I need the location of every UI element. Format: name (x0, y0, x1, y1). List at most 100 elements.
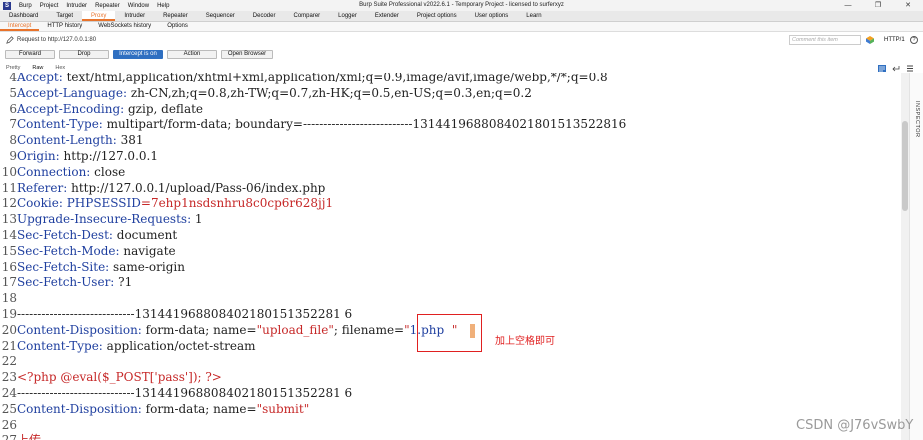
line-text: http://127.0.0.1/upload/Pass-06/index.ph… (71, 180, 326, 195)
request-editor[interactable]: 4Accept: text/html,application/xhtml+xml… (0, 73, 900, 440)
editor-line: 18 (0, 290, 17, 306)
subtab-intercept[interactable]: Intercept (0, 22, 40, 31)
window-controls: — ❐ ✕ (833, 0, 923, 11)
line-number: 24 (1, 386, 17, 400)
line-text: multipart/form-data; boundary=----------… (106, 117, 627, 132)
newline-icon[interactable] (892, 65, 900, 72)
menu-item-repeater[interactable]: Repeater (91, 3, 124, 9)
tab-project-options[interactable]: Project options (408, 11, 466, 21)
inspector-label: INSPECTOR (914, 101, 920, 138)
annotation-text: 加上空格即可 (495, 336, 555, 347)
line-number: 9 (9, 149, 17, 163)
editor-line: 22 (0, 353, 17, 369)
menu-icon[interactable] (906, 65, 914, 72)
editor-scrollbar[interactable] (901, 73, 909, 440)
line-text: Sec-Fetch-Site: (17, 259, 114, 274)
line-text: http://127.0.0.1 (63, 149, 158, 163)
view-tab-hex[interactable]: Hex (49, 64, 71, 73)
editor-line: 26 (0, 417, 17, 433)
view-tab-raw[interactable]: Raw (26, 64, 49, 73)
line-text: form-data; name= (145, 322, 257, 337)
view-tab-pretty[interactable]: Pretty (0, 64, 26, 73)
line-text: navigate (123, 243, 176, 258)
editor-line: 6Accept-Encoding: gzip, deflate (0, 101, 203, 117)
editor-line: 9Origin: http://127.0.0.1 (0, 148, 158, 164)
tab-repeater[interactable]: Repeater (154, 11, 197, 21)
tab-intruder[interactable]: Intruder (115, 11, 154, 21)
subtab-websockets-history[interactable]: WebSockets history (90, 22, 159, 31)
tab-dashboard[interactable]: Dashboard (0, 11, 47, 21)
drop-button[interactable]: Drop (59, 49, 109, 59)
close-icon[interactable]: ✕ (893, 0, 923, 11)
line-text: 1 (194, 212, 203, 227)
line-number: 6 (9, 101, 17, 116)
wrap-lines-icon[interactable] (878, 65, 886, 72)
subtab-http-history[interactable]: HTTP history (39, 22, 90, 31)
line-number: 11 (1, 180, 17, 195)
comment-field[interactable]: Comment this item (789, 35, 861, 45)
tab-extender[interactable]: Extender (366, 11, 408, 21)
line-text: document (116, 228, 178, 242)
tab-learn[interactable]: Learn (517, 11, 550, 21)
forward-button[interactable]: Forward (5, 49, 55, 59)
line-number: 5 (9, 85, 17, 100)
line-text: form-data; name= (145, 401, 257, 416)
open-browser-button[interactable]: Open Browser (221, 49, 273, 59)
tab-proxy[interactable]: Proxy (82, 11, 116, 21)
proxy-sub-tabs: Intercept HTTP history WebSockets history O… (0, 22, 923, 32)
scrollbar-thumb[interactable] (902, 121, 908, 211)
line-text: Content-Length: (17, 133, 121, 148)
line-text: Sec-Fetch-User: (17, 275, 119, 290)
menu-item-help[interactable]: Help (153, 3, 173, 9)
intercept-toolbar: Forward Drop Intercept is on Action Open… (0, 48, 923, 60)
menu-item-burp[interactable]: Burp (15, 3, 36, 9)
action-button[interactable]: Action (167, 49, 217, 59)
pencil-icon (6, 36, 14, 44)
line-text: "upload_file" (256, 322, 334, 337)
tab-user-options[interactable]: User options (466, 11, 518, 21)
line-number: 15 (1, 243, 17, 258)
line-text: "submit" (256, 401, 310, 416)
tab-sequencer[interactable]: Sequencer (197, 11, 244, 21)
line-number: 18 (1, 291, 17, 306)
line-text: Content-Disposition: (17, 322, 146, 337)
title-bar: S Burp Project Intruder Repeater Window Help (0, 0, 923, 11)
line-text: gzip, deflate (128, 101, 204, 116)
minimize-icon[interactable]: — (833, 0, 863, 11)
line-number: 26 (1, 417, 17, 432)
line-text: Upgrade-Insecure-Requests: (17, 212, 195, 227)
line-text: -----------------------------13144196880… (17, 307, 353, 321)
menu-item-project[interactable]: Project (36, 3, 63, 9)
tab-target[interactable]: Target (47, 11, 82, 21)
line-number: 25 (1, 401, 17, 416)
help-icon[interactable]: ? (910, 36, 918, 44)
line-text: Sec-Fetch-Dest: (17, 228, 117, 242)
filename-highlight-box (417, 314, 482, 352)
highlight-icon[interactable] (866, 36, 874, 44)
intercept-toggle-button[interactable]: Intercept is on (113, 49, 163, 59)
subtab-options[interactable]: Options (159, 22, 196, 31)
line-number: 10 (1, 164, 17, 179)
message-view-tabs: Pretty Raw Hex (0, 64, 923, 73)
line-text: text/html,application/xhtml+xml,applicat… (66, 73, 608, 84)
line-text: Connection: (17, 164, 95, 179)
burp-app-icon: S (3, 1, 11, 10)
line-number: 8 (9, 133, 17, 148)
tab-logger[interactable]: Logger (329, 11, 366, 21)
menu-item-window[interactable]: Window (124, 3, 153, 9)
editor-line: 15Sec-Fetch-Mode: navigate (0, 243, 176, 259)
maximize-icon[interactable]: ❐ (863, 0, 893, 11)
inspector-panel[interactable]: INSPECTOR (909, 73, 923, 440)
tab-comparer[interactable]: Comparer (284, 11, 329, 21)
tab-decoder[interactable]: Decoder (244, 11, 285, 21)
line-text: Accept-Encoding: (17, 101, 128, 116)
editor-line: 25Content-Disposition: form-data; name="… (0, 401, 310, 417)
line-number: 27 (0, 432, 17, 440)
line-text: ; filename= (333, 322, 405, 337)
menu-item-intruder[interactable]: Intruder (62, 3, 91, 9)
line-number: 19 (1, 307, 17, 321)
editor-line: 12Cookie: PHPSESSID=7ehp1nsdsnhru8c0cp6r… (0, 195, 333, 211)
http-version-toggle[interactable]: HTTP/1 (884, 35, 905, 45)
line-text: Referer: (17, 180, 72, 195)
line-text: Content-Disposition: (17, 401, 146, 416)
